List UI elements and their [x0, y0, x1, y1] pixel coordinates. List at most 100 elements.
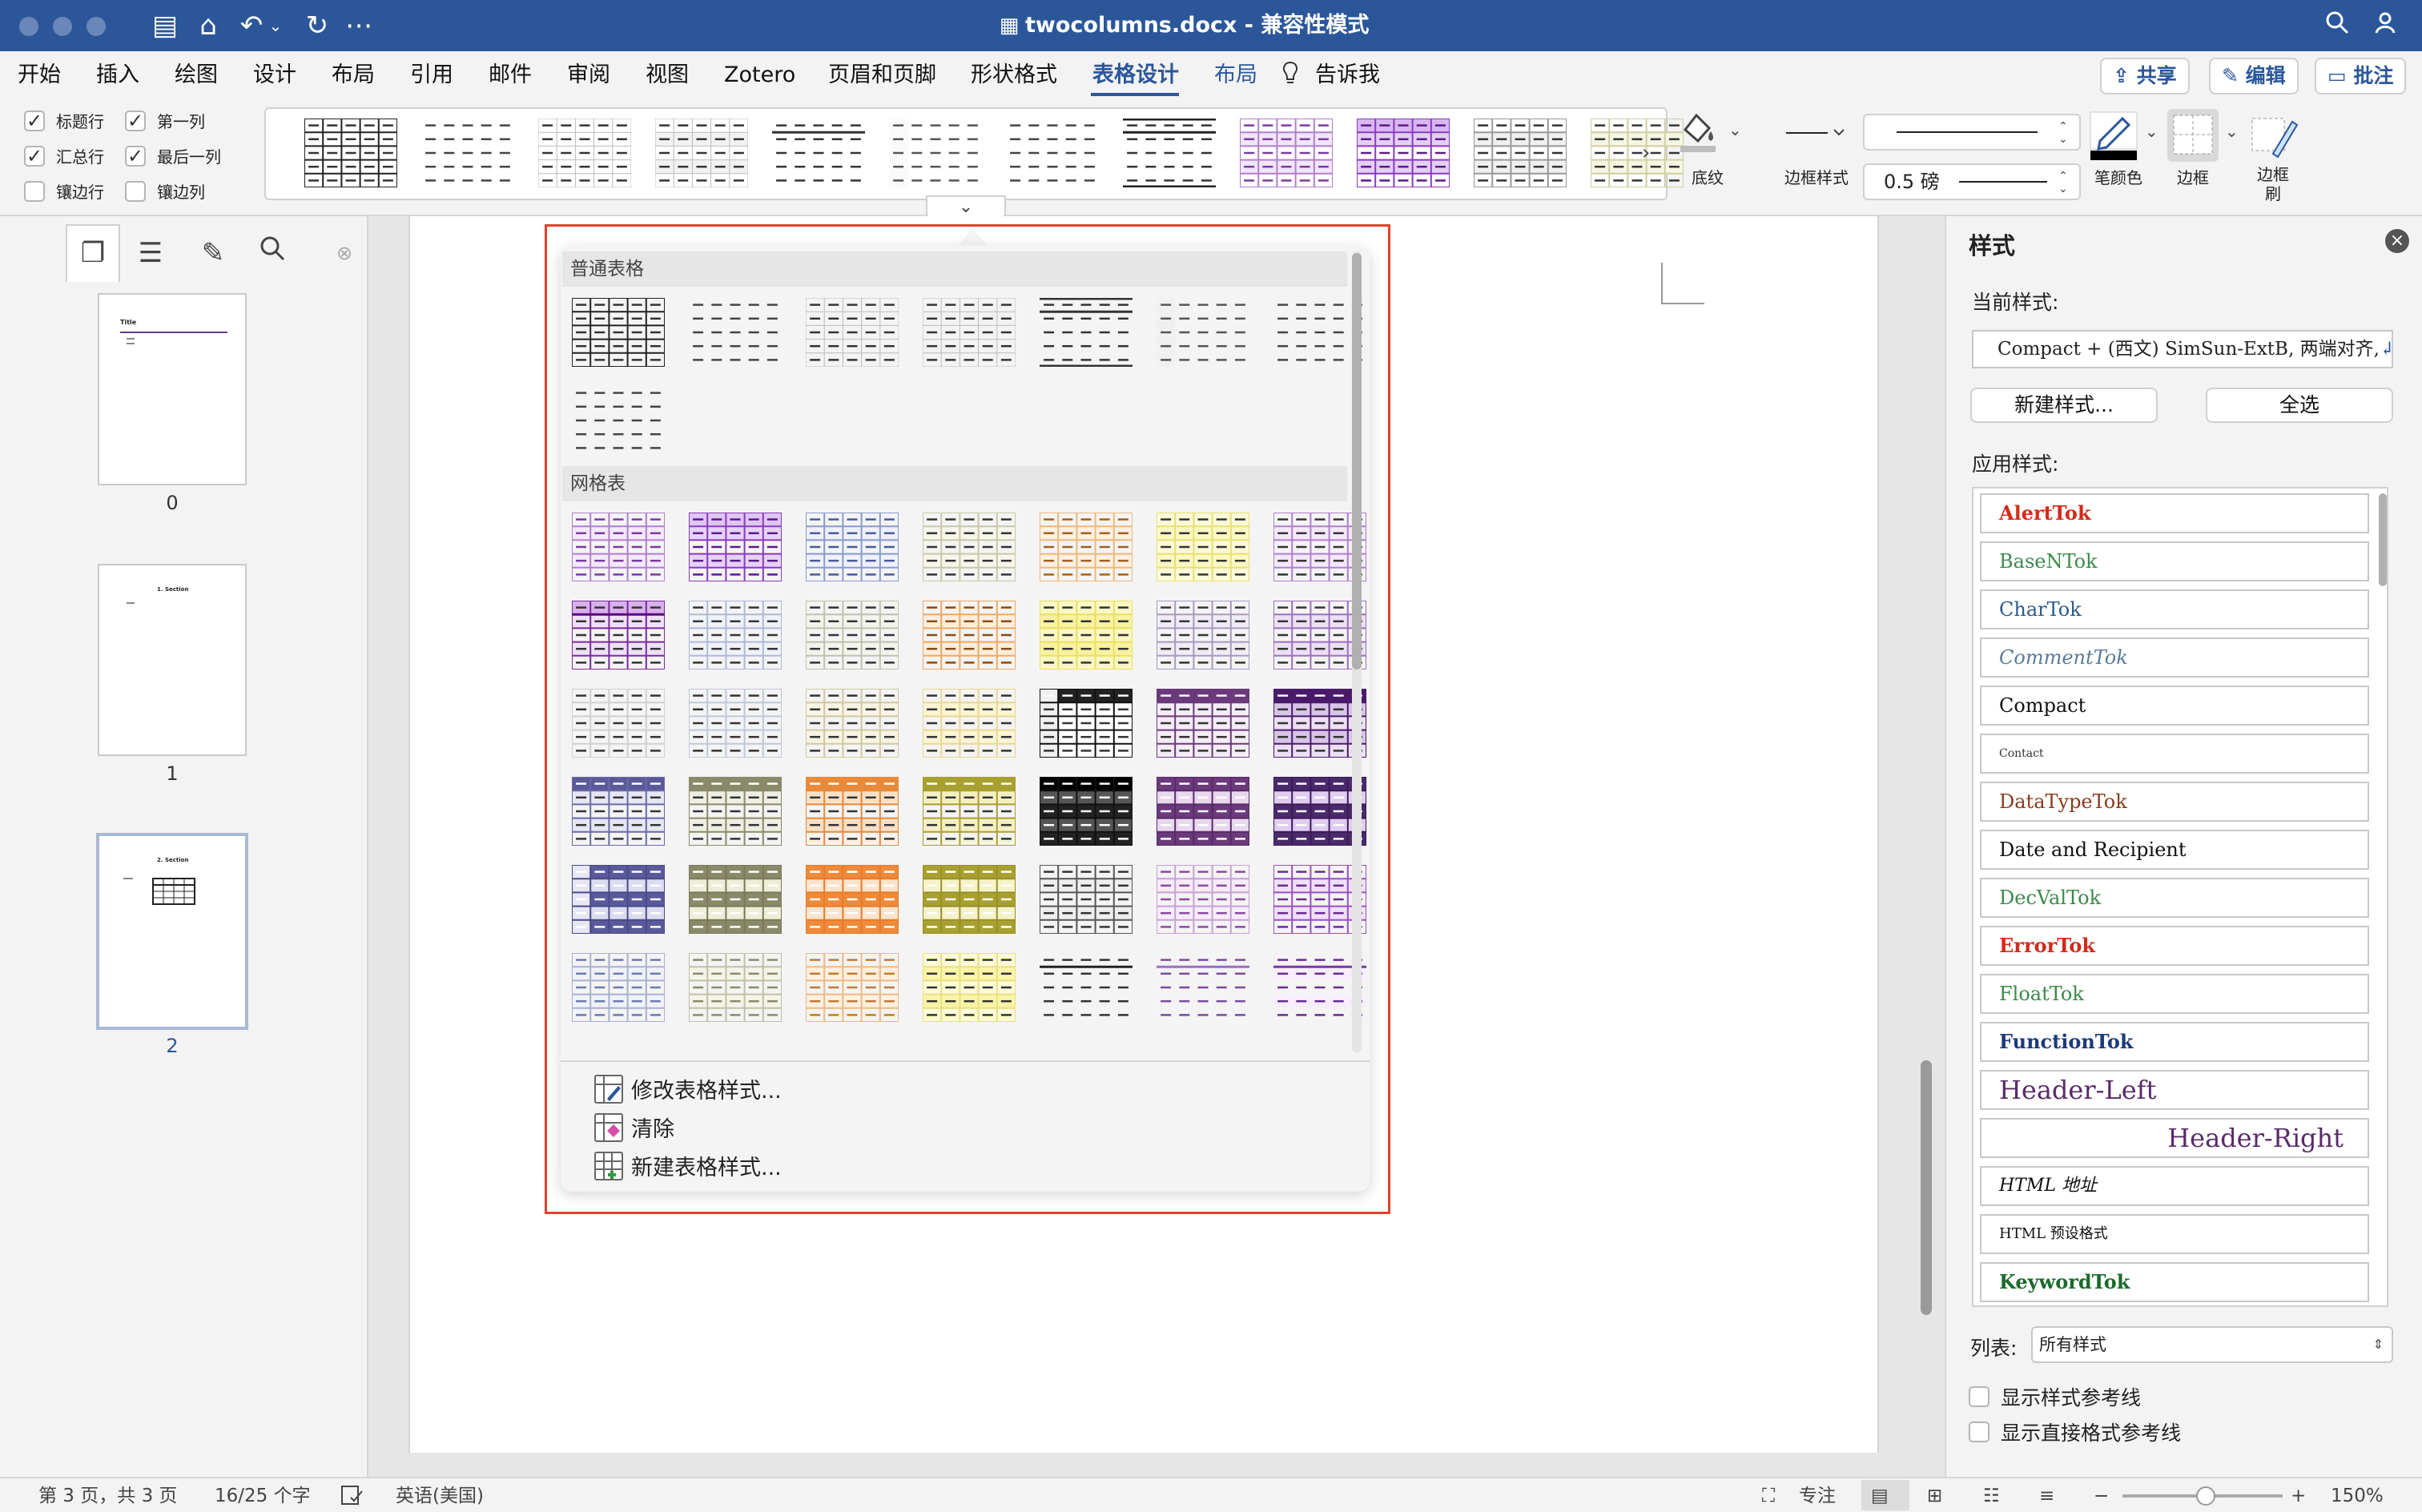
banded-columns-checkbox[interactable]: 镶边列 — [125, 179, 205, 203]
tab-review[interactable]: 审阅 — [567, 61, 610, 90]
tab-layout[interactable]: 布局 — [332, 61, 375, 90]
tab-table-layout[interactable]: 布局 — [1214, 61, 1257, 90]
new-table-style-item[interactable]: 新建表格样式... — [594, 1150, 782, 1181]
page-count[interactable]: 第 3 页，共 3 页 — [38, 1483, 178, 1509]
table-style-thumb[interactable] — [1006, 119, 1099, 187]
outline-icon[interactable]: ☰ — [127, 229, 175, 277]
show-direct-guides-checkbox[interactable]: 显示直接格式参考线 — [1969, 1418, 2181, 1446]
clear-table-style-item[interactable]: 清除 — [594, 1112, 674, 1143]
table-style-thumb[interactable] — [571, 688, 666, 758]
markup-icon[interactable]: ✎ — [189, 229, 237, 277]
table-style-thumb[interactable] — [688, 688, 783, 758]
modify-table-style-item[interactable]: 修改表格样式... — [594, 1073, 782, 1104]
tab-table-design[interactable]: 表格设计 — [1092, 61, 1179, 90]
share-button[interactable]: ⇪ 共享 — [2100, 58, 2190, 94]
language[interactable]: 英语(美国) — [396, 1483, 484, 1509]
style-item[interactable]: CharTok — [1980, 589, 2369, 629]
table-style-thumb[interactable] — [1040, 297, 1133, 368]
tab-design[interactable]: 设计 — [253, 61, 296, 90]
page-thumbnail-0[interactable]: Title — [98, 293, 247, 485]
borders-dropdown-icon[interactable]: ⌄ — [2225, 122, 2239, 141]
table-style-thumb[interactable] — [922, 952, 1016, 1023]
home-icon[interactable]: ⌂ — [191, 8, 226, 43]
table-style-thumb[interactable] — [571, 600, 666, 670]
table-style-thumb[interactable] — [922, 864, 1016, 935]
close-styles-pane-icon[interactable]: × — [2385, 229, 2409, 253]
redo-icon[interactable]: ↻ — [300, 8, 335, 43]
style-item[interactable]: HTML 预设格式 — [1980, 1214, 2369, 1254]
banded-rows-checkbox[interactable]: 镶边行 — [24, 179, 104, 203]
tab-references[interactable]: 引用 — [410, 61, 453, 90]
edit-button[interactable]: ✎ 编辑 — [2209, 58, 2299, 94]
style-item[interactable]: ErrorTok — [1980, 926, 2369, 966]
first-column-checkbox[interactable]: ✓ 第一列 — [125, 109, 205, 132]
tab-home[interactable]: 开始 — [18, 61, 61, 90]
zoom-level[interactable]: 150% — [2331, 1483, 2384, 1509]
gallery-scroll-right-icon[interactable]: › — [1642, 141, 1650, 165]
table-style-thumb[interactable] — [805, 864, 899, 935]
undo-dropdown-icon[interactable]: ⌄ — [266, 8, 285, 43]
table-style-thumb[interactable] — [571, 864, 666, 935]
total-row-checkbox[interactable]: ✓ 汇总行 — [24, 144, 104, 167]
border-style-button[interactable] — [1783, 115, 1847, 151]
table-style-thumb[interactable] — [1039, 600, 1133, 670]
tab-view[interactable]: 视图 — [646, 61, 689, 90]
table-style-thumb[interactable] — [1156, 864, 1250, 935]
table-style-thumb[interactable] — [805, 297, 899, 368]
table-style-thumb[interactable] — [571, 512, 666, 582]
table-style-thumb[interactable] — [1040, 953, 1133, 1022]
sidebar-icon[interactable]: ▤ — [147, 8, 183, 43]
focus-icon[interactable]: ⛶ — [1762, 1483, 1775, 1509]
table-style-thumb[interactable] — [1039, 512, 1133, 582]
web-layout-icon[interactable]: ⊞ — [1927, 1483, 1942, 1509]
table-style-thumb[interactable] — [689, 298, 782, 367]
pen-color-dropdown-icon[interactable]: ⌄ — [2145, 122, 2158, 141]
table-style-thumb[interactable] — [1156, 600, 1250, 670]
search-icon[interactable] — [2319, 8, 2355, 43]
more-icon[interactable]: ⋯ — [341, 8, 376, 43]
table-style-thumb[interactable] — [772, 119, 865, 187]
table-style-thumb[interactable] — [572, 386, 665, 455]
zoom-out-icon[interactable]: − — [2094, 1483, 2109, 1509]
table-style-thumb[interactable] — [922, 297, 1016, 368]
table-style-thumb[interactable] — [688, 864, 783, 935]
show-style-guides-checkbox[interactable]: 显示样式参考线 — [1969, 1382, 2141, 1411]
border-painter-icon[interactable] — [2249, 111, 2299, 163]
style-item[interactable]: AlertTok — [1980, 493, 2369, 533]
style-item[interactable]: Header-Left — [1980, 1070, 2369, 1110]
tell-me-search[interactable]: 告诉我 — [1315, 61, 1380, 90]
tab-header-footer[interactable]: 页眉和页脚 — [828, 61, 936, 90]
tab-zotero[interactable]: Zotero — [724, 61, 795, 90]
table-style-thumb[interactable] — [1356, 118, 1450, 188]
table-style-thumb[interactable] — [421, 119, 514, 187]
style-item[interactable]: Contact — [1980, 734, 2369, 774]
table-style-thumb[interactable] — [805, 952, 899, 1023]
table-style-thumb[interactable] — [1157, 298, 1249, 367]
paint-bucket-icon[interactable] — [1677, 109, 1719, 154]
style-item[interactable]: Compact — [1980, 686, 2369, 726]
style-item[interactable]: BaseNTok — [1980, 541, 2369, 581]
style-list-scrollbar[interactable] — [2379, 493, 2387, 586]
table-style-thumb[interactable] — [1123, 118, 1216, 188]
table-style-thumb[interactable] — [1039, 864, 1133, 935]
table-style-thumb[interactable] — [1039, 776, 1133, 846]
table-style-thumb[interactable] — [688, 600, 783, 670]
style-item[interactable]: Header-Right — [1980, 1118, 2369, 1158]
focus-mode[interactable]: 专注 — [1799, 1483, 1836, 1509]
table-style-thumb[interactable] — [537, 118, 632, 188]
table-style-thumb[interactable] — [922, 776, 1016, 846]
style-item[interactable]: HTML 地址 — [1980, 1166, 2369, 1206]
table-style-thumb[interactable] — [1156, 776, 1250, 846]
page-thumbnail-2[interactable]: 2. Section — [96, 833, 248, 1030]
word-count[interactable]: 16/25 个字 — [215, 1483, 311, 1509]
table-style-thumb[interactable] — [1157, 953, 1249, 1022]
line-weight-select[interactable]: 0.5 磅 ⌃ ⌄ — [1863, 163, 2081, 200]
header-row-checkbox[interactable]: ✓ 标题行 — [24, 109, 104, 132]
zoom-slider-handle[interactable] — [2196, 1486, 2215, 1506]
style-item[interactable]: KeywordTok — [1980, 1262, 2369, 1302]
document-scrollbar[interactable] — [1921, 1060, 1932, 1315]
page-thumbnail-1[interactable]: 1. Section — [98, 564, 247, 756]
find-icon[interactable] — [248, 229, 296, 277]
table-style-thumb[interactable] — [571, 952, 666, 1023]
close-window-button[interactable] — [19, 17, 38, 36]
